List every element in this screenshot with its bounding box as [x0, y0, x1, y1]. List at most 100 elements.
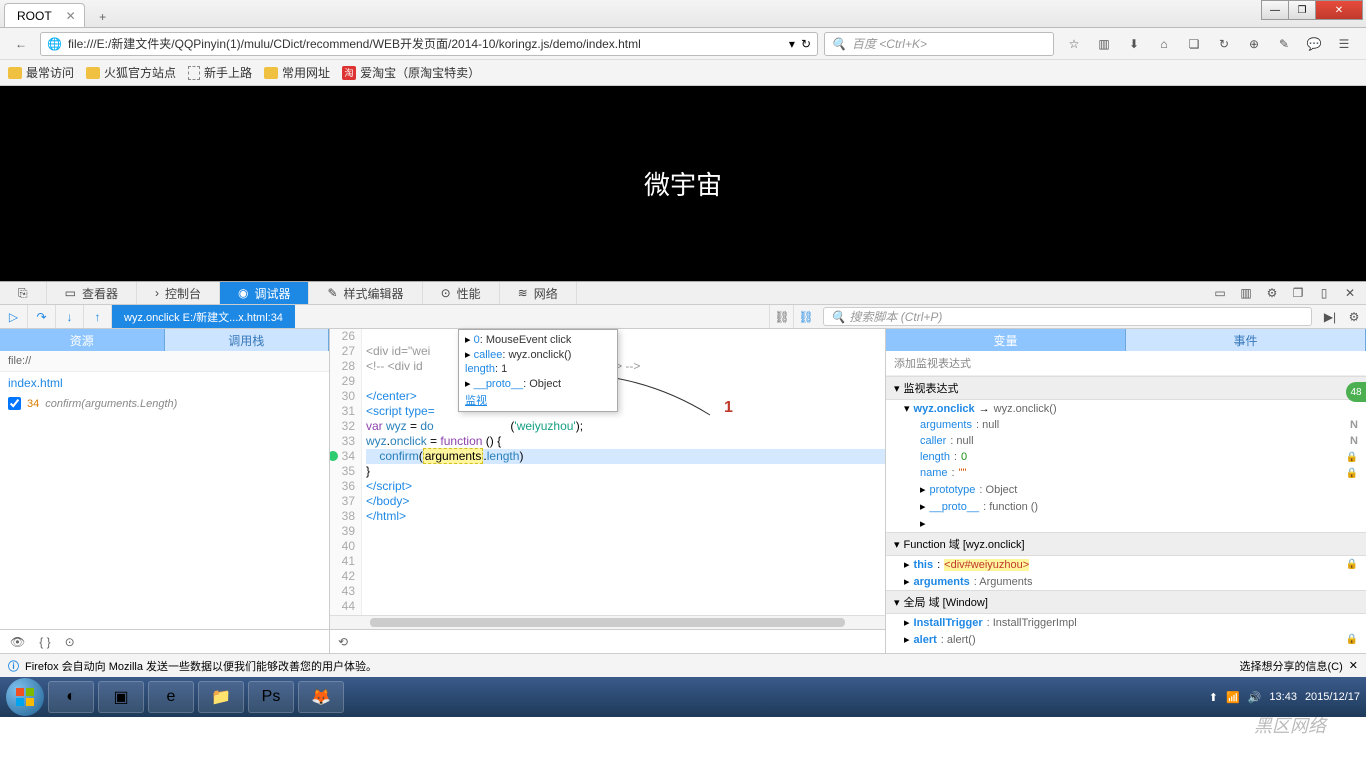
code-line[interactable] [366, 329, 885, 344]
tray-item[interactable]: 🔊 [1248, 691, 1262, 704]
scope-property-row[interactable]: name: ""🔒 [886, 465, 1366, 481]
code-line[interactable]: } [366, 464, 885, 479]
taskbar-item[interactable]: 🦊 [298, 681, 344, 713]
window-minimize[interactable]: — [1261, 0, 1289, 20]
line-number[interactable]: 43 [330, 584, 355, 599]
devtools-icon[interactable]: ✕ [1342, 286, 1358, 300]
code-line[interactable] [366, 569, 885, 584]
scope-property-row[interactable]: arguments: nullN [886, 417, 1366, 433]
line-number[interactable]: 37 [330, 494, 355, 509]
toolbar-icon[interactable]: ✎ [1276, 37, 1292, 51]
devtools-icon[interactable]: ▭ [1212, 286, 1228, 300]
line-number[interactable]: 33 [330, 434, 355, 449]
code-line[interactable]: </script> [366, 479, 885, 494]
code-line[interactable] [366, 539, 885, 554]
toolbar-icon[interactable]: ☰ [1336, 37, 1352, 51]
code-line[interactable]: confirm(arguments.length) [366, 449, 885, 464]
sources-tab-callstack[interactable]: 调用栈 [165, 329, 330, 351]
toggle-sidebar-icon[interactable]: ▶| [1318, 305, 1342, 328]
browser-tab[interactable]: ROOT ✕ [4, 3, 85, 27]
stack-frame[interactable]: wyz.onclick E:/新建文...x.html:34 [112, 305, 295, 328]
debug-step-button[interactable]: ↓ [56, 305, 84, 328]
code-line[interactable]: <script type= [366, 404, 885, 419]
code-line[interactable]: </body> [366, 494, 885, 509]
code-line[interactable] [366, 524, 885, 539]
taskbar-item[interactable]: e [148, 681, 194, 713]
debug-step-button[interactable]: ▷ [0, 305, 28, 328]
tray-item[interactable]: ⬆ [1209, 691, 1218, 704]
devtools-tab[interactable]: ✎样式编辑器 [309, 282, 422, 304]
line-number[interactable]: 34 [330, 449, 355, 464]
reload-icon[interactable]: ↻ [801, 37, 811, 51]
code-line[interactable]: </html> [366, 509, 885, 524]
line-number[interactable]: 44 [330, 599, 355, 614]
line-number[interactable]: 42 [330, 569, 355, 584]
devtools-icon[interactable]: ▥ [1238, 286, 1254, 300]
toolbar-icon[interactable]: ❏ [1186, 37, 1202, 51]
tray-item[interactable]: 13:43 [1269, 691, 1297, 703]
code-line[interactable]: <div id="wei [366, 344, 885, 359]
tab-close-icon[interactable]: ✕ [66, 9, 76, 23]
search-bar[interactable]: 🔍 百度 <Ctrl+K> [824, 32, 1054, 56]
scope-global-row[interactable]: ▸ InstallTrigger: InstallTriggerImpl [886, 614, 1366, 631]
line-number[interactable]: 39 [330, 524, 355, 539]
taskbar-item[interactable]: ▣ [98, 681, 144, 713]
breakpoint-checkbox[interactable] [8, 397, 21, 410]
tray-item[interactable]: 2015/12/17 [1305, 691, 1360, 703]
scope-this-row[interactable]: ▸ this : <div#weiyuzhou> 🔒 [886, 556, 1366, 573]
scopes-tab-variables[interactable]: 变量 [886, 329, 1126, 351]
breakpoint-item[interactable]: 34 confirm(arguments.Length) [0, 394, 329, 413]
code-line[interactable]: var wyz = do ('weiyuzhou'); [366, 419, 885, 434]
devtools-tab[interactable]: ◉调试器 [220, 282, 310, 304]
devtools-tab[interactable]: ⎘ [0, 282, 47, 304]
tray-item[interactable]: 📶 [1226, 691, 1240, 704]
tooltip-watch-link[interactable]: 监视 [459, 391, 617, 409]
line-number[interactable]: 38 [330, 509, 355, 524]
devtools-icon[interactable]: ▯ [1316, 286, 1332, 300]
line-number[interactable]: 32 [330, 419, 355, 434]
url-dropdown-icon[interactable]: ▾ [789, 37, 795, 51]
bookmark-item[interactable]: 新手上路 [188, 64, 252, 81]
scope-property-row[interactable]: ▸ [886, 515, 1366, 532]
code-line[interactable] [366, 374, 885, 389]
scope-property-row[interactable]: caller: nullN [886, 433, 1366, 449]
debug-settings-icon[interactable]: ⚙ [1342, 305, 1366, 328]
chain-icon[interactable]: ⛓ [769, 305, 793, 328]
scope-property-row[interactable]: ▸ __proto__: function () [886, 498, 1366, 515]
devtools-tab[interactable]: ≋网络 [500, 282, 577, 304]
notification-badge[interactable]: 48 [1346, 382, 1366, 402]
taskbar-item[interactable]: 📁 [198, 681, 244, 713]
scope-header-watch[interactable]: ▾ 监视表达式 [886, 376, 1366, 400]
sources-footer-icon[interactable]: { } [39, 635, 50, 649]
line-number[interactable]: 30 [330, 389, 355, 404]
sources-footer-icon[interactable]: ⊙ [65, 635, 75, 649]
debug-step-button[interactable]: ↷ [28, 305, 56, 328]
line-number[interactable]: 40 [330, 539, 355, 554]
scope-property-row[interactable]: ▸ prototype: Object [886, 481, 1366, 498]
devtools-icon[interactable]: ❐ [1290, 286, 1306, 300]
code-line[interactable] [366, 554, 885, 569]
line-number[interactable]: 41 [330, 554, 355, 569]
devtools-icon[interactable]: ⚙ [1264, 286, 1280, 300]
devtools-tab[interactable]: ⊙性能 [423, 282, 500, 304]
horizontal-scrollbar[interactable] [330, 615, 885, 629]
taskbar-item[interactable]: Ps [248, 681, 294, 713]
status-link[interactable]: 选择想分享的信息(C) [1240, 658, 1343, 674]
line-number[interactable]: 31 [330, 404, 355, 419]
system-tray[interactable]: ⬆ 📶 🔊 13:43 2015/12/17 [1209, 691, 1360, 704]
bookmark-item[interactable]: 淘爱淘宝（原淘宝特卖） [342, 64, 480, 81]
back-button[interactable]: ← [8, 31, 34, 57]
devtools-tab[interactable]: ▭查看器 [47, 282, 137, 304]
line-number[interactable]: 36 [330, 479, 355, 494]
line-number[interactable]: 26 [330, 329, 355, 344]
toolbar-icon[interactable]: ⬇ [1126, 37, 1142, 51]
toolbar-icon[interactable]: ▥ [1096, 37, 1112, 51]
new-tab-button[interactable]: + [91, 7, 115, 27]
bookmark-item[interactable]: 火狐官方站点 [86, 64, 176, 81]
chain-icon[interactable]: ⛓ [793, 305, 817, 328]
scope-global-row[interactable]: ▸ alert: alert()🔒 [886, 631, 1366, 648]
scope-header-global[interactable]: ▾ 全局 域 [Window] [886, 590, 1366, 614]
toolbar-icon[interactable]: ⌂ [1156, 37, 1172, 51]
sources-tab-resources[interactable]: 资源 [0, 329, 165, 351]
line-number[interactable]: 27 [330, 344, 355, 359]
